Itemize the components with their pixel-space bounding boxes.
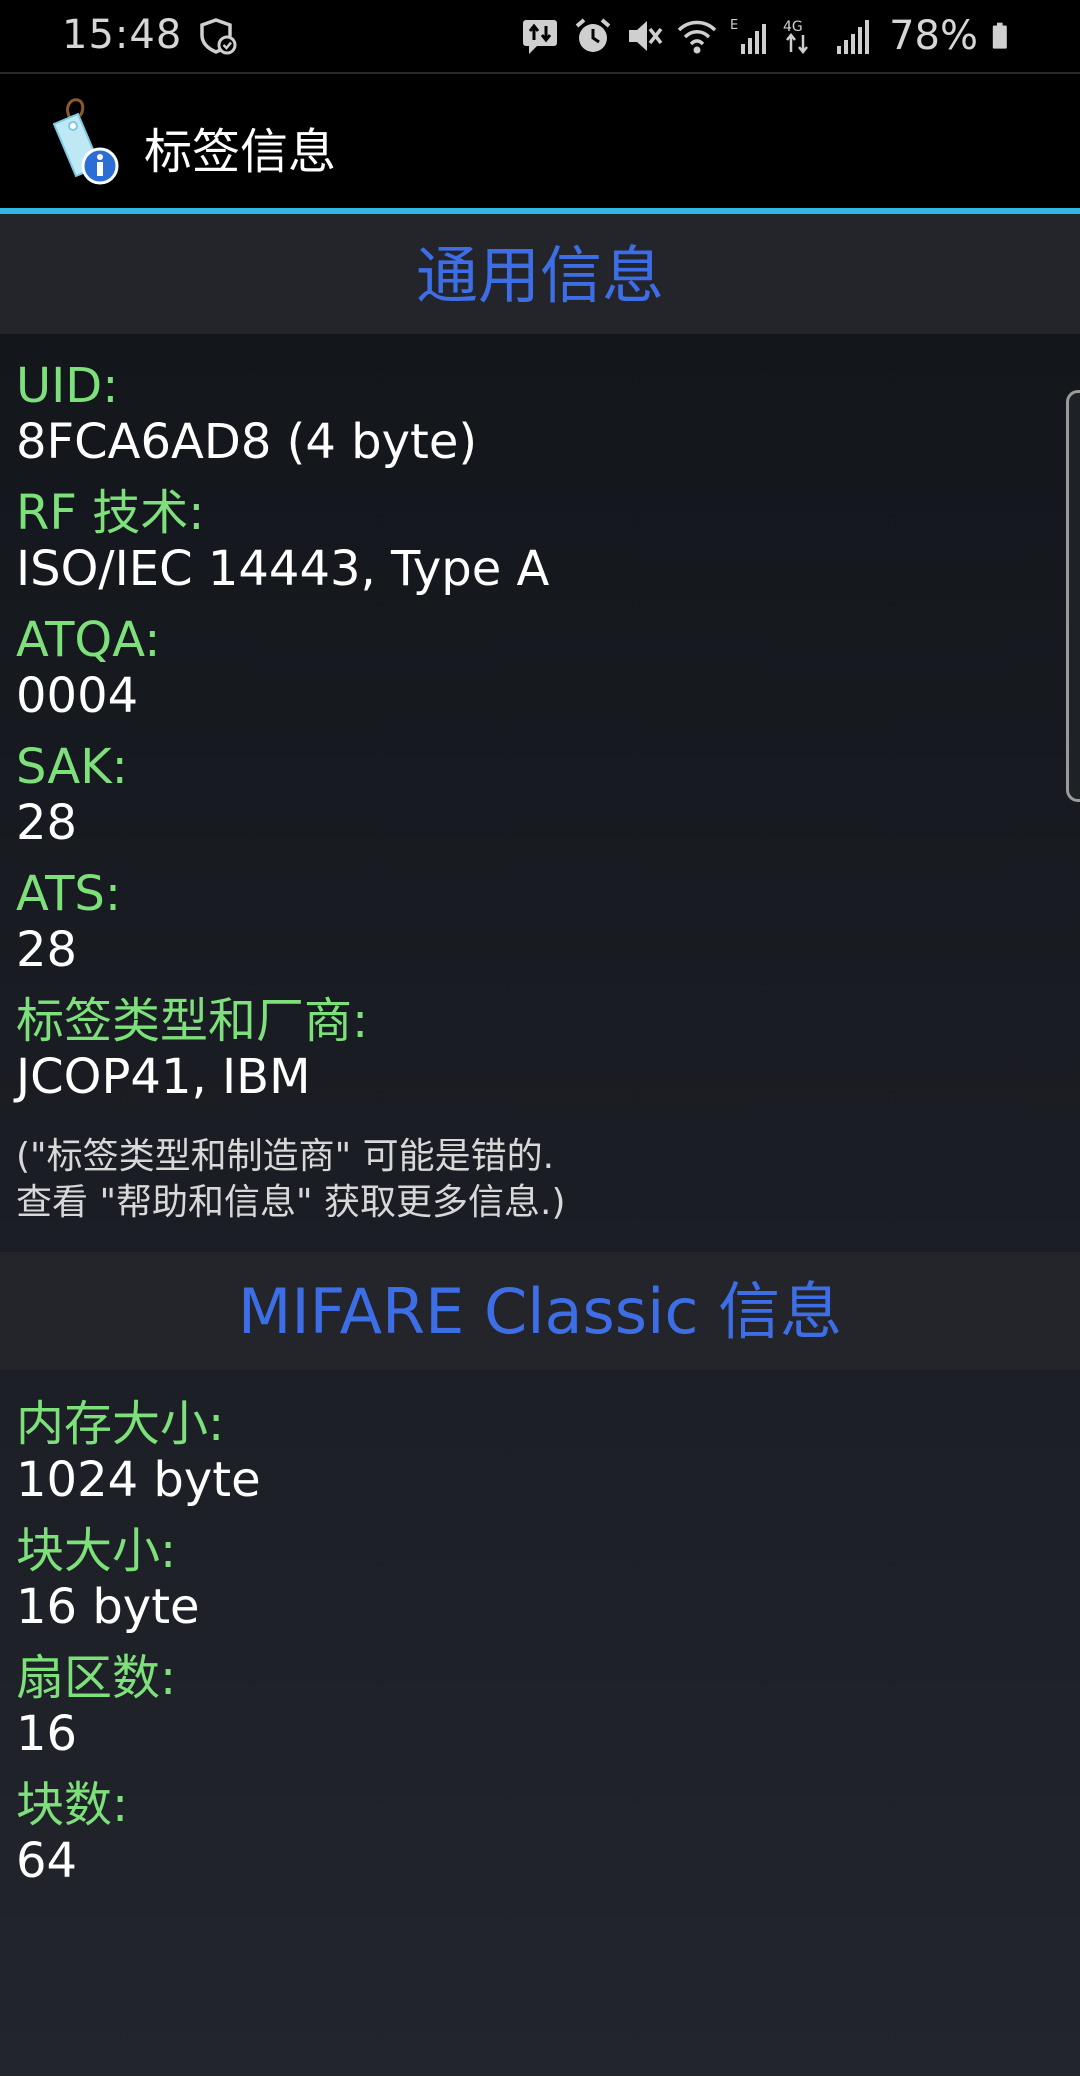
- ats-label: ATS:: [16, 866, 122, 922]
- mute-icon: [629, 21, 663, 51]
- signal-e-icon: E: [730, 18, 767, 54]
- app-bar: 标签信息: [0, 74, 1080, 208]
- block-count-label: 块数:: [16, 1777, 129, 1833]
- status-time: 15:48: [62, 12, 183, 58]
- ats-value: 28: [16, 922, 78, 978]
- rf-tech-value: ISO/IEC 14443, Type A: [16, 541, 550, 597]
- svg-text:E: E: [730, 18, 738, 33]
- scrollbar[interactable]: [1066, 390, 1080, 802]
- tag-type-note-line2: 查看 "帮助和信息" 获取更多信息.): [16, 1182, 566, 1223]
- sak-value: 28: [16, 795, 78, 851]
- shield-check-icon: [200, 18, 237, 55]
- block-size-label: 块大小:: [16, 1523, 177, 1579]
- general-info-header: 通用信息: [0, 214, 1080, 334]
- rf-tech-label: RF 技术:: [16, 485, 205, 541]
- atqa-value: 0004: [16, 668, 139, 724]
- network-4g-icon: 4G: [783, 19, 809, 55]
- sector-count-value: 16: [16, 1706, 78, 1762]
- sak-label: SAK:: [16, 739, 128, 795]
- memory-size-label: 内存大小:: [16, 1396, 225, 1452]
- uid-value: 8FCA6AD8 (4 byte): [16, 414, 478, 470]
- mifare-info-header: MIFARE Classic 信息: [0, 1252, 1080, 1370]
- uid-label: UID:: [16, 358, 119, 414]
- block-size-value: 16 byte: [16, 1579, 200, 1635]
- tag-info-icon: [52, 98, 119, 185]
- memory-size-value: 1024 byte: [16, 1452, 261, 1508]
- tag-type-value: JCOP41, IBM: [16, 1049, 311, 1105]
- battery-icon: [992, 22, 1007, 49]
- signal-bars-icon: [837, 20, 870, 54]
- alarm-icon: [575, 18, 611, 52]
- tag-type-label: 标签类型和厂商:: [16, 993, 369, 1049]
- app-title: 标签信息: [144, 124, 337, 180]
- sector-count-label: 扇区数:: [16, 1650, 177, 1706]
- tag-type-note-line1: ("标签类型和制造商" 可能是错的.: [16, 1136, 555, 1177]
- status-bar: 15:48 E 4G 78%: [0, 0, 1080, 72]
- atqa-label: ATQA:: [16, 612, 161, 668]
- content-scroll-area[interactable]: 通用信息 UID: 8FCA6AD8 (4 byte) RF 技术: ISO/I…: [0, 214, 1080, 2076]
- status-icons: E 4G 78%: [521, 10, 1018, 62]
- battery-percent: 78%: [889, 13, 978, 59]
- data-transfer-icon: [523, 20, 558, 54]
- wifi-icon: [677, 20, 717, 54]
- block-count-value: 64: [16, 1833, 78, 1889]
- svg-text:4G: 4G: [783, 19, 803, 35]
